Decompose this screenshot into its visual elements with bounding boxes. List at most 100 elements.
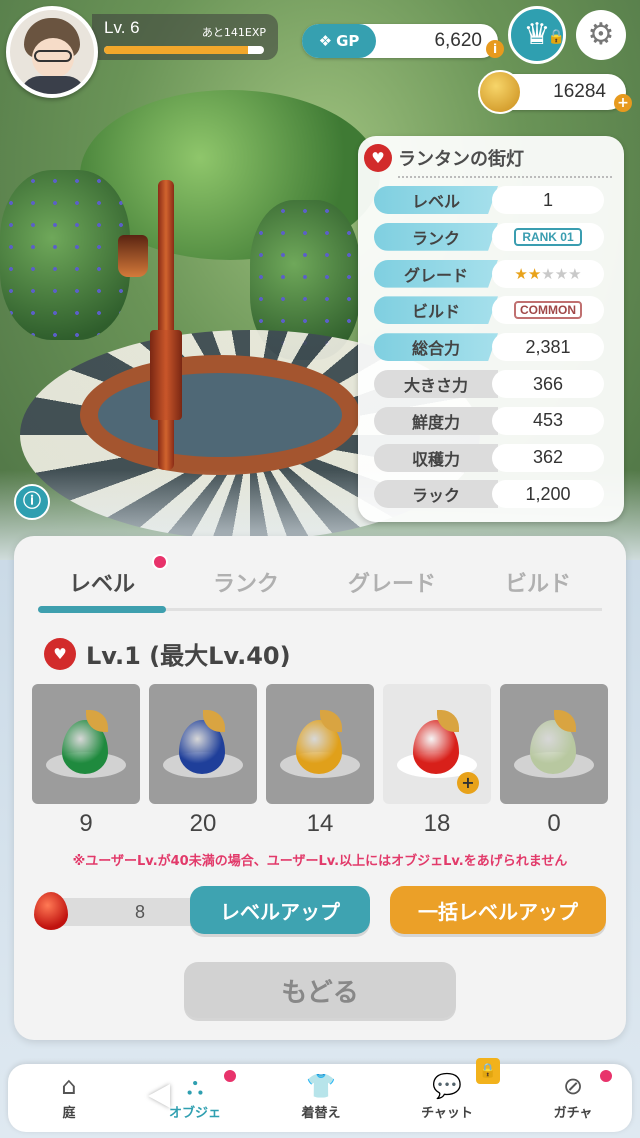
stat-value: 1 bbox=[492, 186, 604, 214]
stat-row: 総合力 2,381 bbox=[374, 333, 604, 362]
nav-item[interactable]: 👕 着替え bbox=[266, 1070, 376, 1128]
level-up-button[interactable]: レベルアップ bbox=[190, 886, 370, 934]
nav-label: オブジェ bbox=[168, 1106, 221, 1121]
stat-label: 総合力 bbox=[374, 333, 498, 362]
material-card[interactable]: + bbox=[383, 684, 491, 804]
stat-value: 453 bbox=[492, 406, 604, 435]
material-count: 18 bbox=[423, 810, 451, 837]
stat-value: 1,200 bbox=[492, 480, 604, 509]
lamp-post[interactable] bbox=[158, 180, 174, 470]
stat-value: 362 bbox=[492, 443, 604, 472]
exp-remaining: あと141EXP bbox=[201, 26, 266, 39]
gp-counter[interactable]: ❖ GP 6,620 i bbox=[302, 24, 504, 58]
stat-label: 収穫力 bbox=[374, 443, 498, 472]
star-icon: ★ bbox=[554, 265, 569, 283]
player-level: Lv. 6 bbox=[104, 18, 140, 37]
material-card[interactable] bbox=[266, 684, 374, 804]
gp-label: GP bbox=[336, 32, 360, 50]
active-tab-indicator bbox=[38, 606, 166, 613]
stat-row: ランク RANK 01 bbox=[374, 222, 604, 251]
object-stats-panel: ♥ ランタンの街灯 レベル 1 ランク RANK 01 グレード ★★★★★ ビルド COMM… bbox=[358, 136, 624, 522]
chat-lock-icon: 🔒 bbox=[476, 1058, 500, 1084]
level-heading: ♥ Lv.1 (最大Lv.40) bbox=[44, 636, 291, 671]
material-card[interactable] bbox=[149, 684, 257, 804]
info-button[interactable]: ⓘ bbox=[14, 484, 50, 520]
star-icon: ★ bbox=[527, 265, 542, 283]
heart-icon: ♥ bbox=[364, 144, 392, 172]
stat-label: 鮮度力 bbox=[374, 406, 498, 435]
level-heading-text: Lv.1 (最大Lv.40) bbox=[86, 642, 291, 670]
back-button[interactable]: もどる bbox=[184, 962, 456, 1018]
stat-label: ランク bbox=[374, 222, 498, 251]
exp-bar bbox=[104, 46, 264, 54]
player-level-box: Lv. 6 あと141EXP bbox=[92, 14, 278, 60]
grade-stars: ★★★★★ bbox=[514, 265, 581, 283]
nav-label: 着替え bbox=[301, 1106, 341, 1121]
material-count: 9 bbox=[79, 810, 93, 837]
gp-value: 6,620 bbox=[434, 30, 482, 51]
level-notice: ※ユーザーLv.が40未満の場合、ユーザーLv.以上にはオブジェLv.をあげられ… bbox=[72, 854, 568, 869]
gp-icon: ❖ bbox=[318, 32, 333, 50]
info-icon: ⓘ bbox=[23, 491, 41, 512]
coin-value: 16284 bbox=[553, 81, 606, 102]
crown-icon: ♛ bbox=[523, 17, 551, 52]
rank-badge: RANK 01 bbox=[514, 227, 582, 246]
material-count: 14 bbox=[306, 810, 334, 837]
gacha-notification-dot bbox=[598, 1068, 614, 1084]
lamp-base bbox=[150, 330, 182, 420]
gear-icon: ⚙ bbox=[587, 17, 615, 52]
star-icon: ★ bbox=[514, 265, 528, 283]
fountain-ring bbox=[80, 355, 360, 475]
star-icon: ★ bbox=[568, 265, 582, 283]
exp-bar-fill bbox=[104, 46, 248, 54]
object-header: ♥ ランタンの街灯 bbox=[364, 144, 524, 172]
object-name: ランタンの街灯 bbox=[398, 149, 524, 170]
nav-label: ガチャ bbox=[553, 1106, 593, 1121]
gp-info-icon[interactable]: i bbox=[486, 40, 504, 58]
lock-icon: 🔒 bbox=[547, 29, 565, 45]
build-badge: COMMON bbox=[514, 301, 582, 320]
tab-build[interactable]: ビルド bbox=[468, 566, 608, 598]
bulk-level-up-button[interactable]: 一括レベルアップ bbox=[390, 886, 606, 934]
lantern bbox=[118, 235, 148, 277]
add-icon[interactable]: + bbox=[457, 772, 479, 794]
flower-bush-left bbox=[0, 170, 130, 340]
stat-value: 2,381 bbox=[492, 333, 604, 362]
header-divider bbox=[398, 176, 612, 178]
red-gem-icon bbox=[34, 892, 68, 930]
stat-row: ラック 1,200 bbox=[374, 480, 604, 509]
stat-label: ビルド bbox=[374, 296, 498, 325]
stat-row: グレード ★★★★★ bbox=[374, 259, 604, 288]
settings-button[interactable]: ⚙ bbox=[576, 10, 626, 60]
star-icon: ★ bbox=[541, 265, 555, 283]
material-card[interactable] bbox=[32, 684, 140, 804]
nav-label: 庭 bbox=[62, 1106, 76, 1121]
stat-row: ビルド COMMON bbox=[374, 296, 604, 325]
add-coins-icon[interactable]: + bbox=[614, 94, 632, 112]
stat-value: 366 bbox=[492, 370, 604, 398]
tab-rank[interactable]: ランク bbox=[176, 566, 316, 598]
stat-row: 大きさ力 366 bbox=[374, 370, 604, 398]
stat-label: 大きさ力 bbox=[374, 370, 498, 398]
nav-item[interactable]: ⌂ 庭 bbox=[14, 1070, 124, 1128]
object-notification-dot bbox=[222, 1068, 238, 1084]
material-card[interactable] bbox=[500, 684, 608, 804]
material-count: 0 bbox=[547, 810, 561, 837]
clothes-icon: 👕 bbox=[306, 1072, 336, 1100]
stat-label: グレード bbox=[374, 259, 498, 288]
stat-value: COMMON bbox=[492, 296, 604, 325]
material-list: 9 20 14 +18 0 bbox=[32, 684, 608, 844]
stat-value: RANK 01 bbox=[492, 222, 604, 251]
tab-level[interactable]: レベル bbox=[32, 566, 172, 598]
stat-label: ラック bbox=[374, 480, 498, 509]
coin-counter[interactable]: 16284 + bbox=[478, 70, 632, 114]
material-count: 20 bbox=[189, 810, 217, 837]
home-icon: ⌂ bbox=[61, 1072, 77, 1100]
tab-level-notification-dot bbox=[152, 554, 168, 570]
bottom-nav: ⌂ 庭 ⛬ オブジェ 👕 着替え 💬 チャット ⊘ ガチャ 🔒 bbox=[8, 1058, 632, 1132]
tab-grade[interactable]: グレード bbox=[322, 566, 462, 598]
upgrade-panel: レベル ランク グレード ビルド ♥ Lv.1 (最大Lv.40) 9 20 14 +… bbox=[14, 536, 626, 1040]
stat-row: 鮮度力 453 bbox=[374, 406, 604, 435]
avatar[interactable] bbox=[6, 6, 98, 98]
ranking-button[interactable]: ♛ 🔒 bbox=[508, 6, 566, 64]
